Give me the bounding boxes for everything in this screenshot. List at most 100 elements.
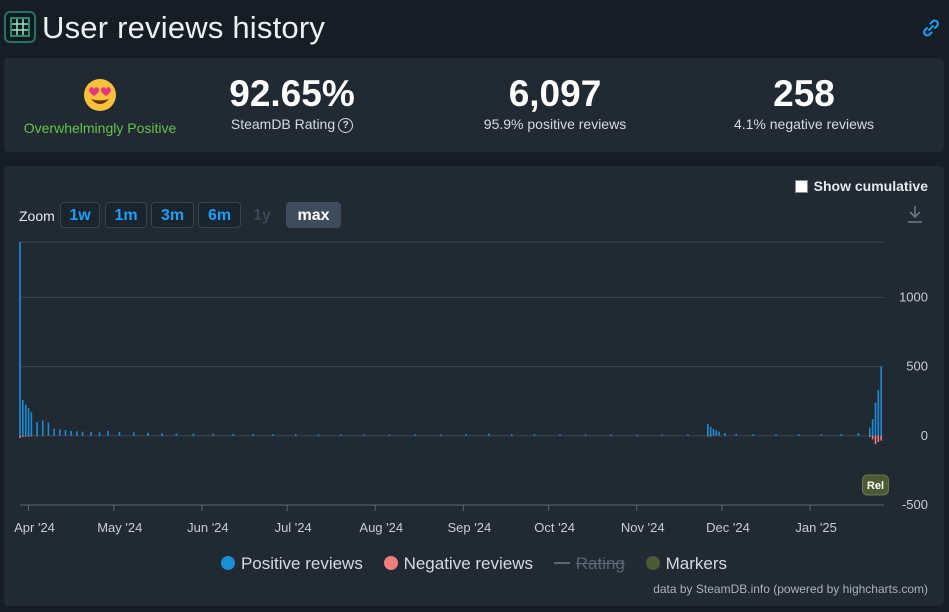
- negative-reviews-stat: 258 4.1% negative reviews: [704, 74, 904, 133]
- legend-negative[interactable]: Negative reviews: [383, 554, 534, 574]
- positive-bar: [488, 433, 490, 436]
- positive-bar: [388, 434, 391, 436]
- positive-bar: [724, 433, 726, 436]
- negative-bar: [880, 435, 882, 441]
- y-tick-label: 500: [906, 359, 928, 374]
- negative-bar: [874, 435, 877, 445]
- positive-bar: [880, 366, 882, 436]
- negative-bar: [709, 435, 712, 437]
- positive-bar: [439, 434, 442, 436]
- positive-bar: [661, 434, 664, 436]
- positive-bar: [252, 434, 254, 436]
- x-tick-label: Aug '24: [359, 520, 403, 535]
- positive-bar: [687, 434, 689, 436]
- positive-bar: [857, 433, 860, 436]
- positive-bar: [53, 428, 55, 436]
- positive-bar: [584, 434, 587, 436]
- positive-bar: [874, 402, 877, 436]
- positive-bar: [212, 433, 215, 436]
- positive-bar: [36, 421, 38, 436]
- positive-bar: [868, 427, 871, 436]
- x-tick-label: Jan '25: [795, 520, 837, 535]
- legend-negative-label: Negative reviews: [403, 554, 534, 573]
- legend-rating-label: Rating: [575, 554, 625, 573]
- legend-positive-swatch: [220, 556, 235, 570]
- positive-bar: [232, 433, 234, 436]
- negative-bar: [706, 435, 709, 437]
- legend-positive[interactable]: Positive reviews: [220, 554, 363, 574]
- negative-bar: [30, 435, 33, 437]
- legend-rating-swatch: [553, 562, 570, 564]
- positive-bar: [735, 433, 738, 436]
- steamdb-rating-label: SteamDB Rating: [230, 116, 336, 132]
- positive-bar: [147, 432, 149, 436]
- x-tick-label: Jul '24: [275, 520, 312, 535]
- y-tick-label: 0: [921, 428, 928, 443]
- legend-markers[interactable]: Markers: [645, 554, 728, 574]
- y-tick-label: -500: [902, 497, 928, 512]
- positive-bar: [76, 431, 78, 436]
- positive-bar: [27, 408, 30, 436]
- positive-bar: [718, 431, 720, 436]
- x-tick-label: Nov '24: [621, 520, 665, 535]
- positive-bar: [559, 434, 561, 436]
- positive-bar: [533, 434, 536, 436]
- negative-reviews-label: 4.1% negative reviews: [733, 116, 875, 132]
- chart-legend: Positive reviews Negative reviews Rating…: [4, 554, 944, 574]
- reviews-chart-panel: Show cumulative Zoom 1w 1m 3m 6m 1y max …: [4, 166, 944, 606]
- positive-bar: [70, 430, 72, 436]
- positive-bar: [363, 434, 365, 436]
- positive-bar: [340, 434, 342, 436]
- steamdb-logo-icon[interactable]: [4, 11, 36, 43]
- positive-bar: [775, 434, 777, 436]
- legend-markers-label: Markers: [665, 554, 728, 573]
- x-tick-label: Oct '24: [534, 520, 575, 535]
- positive-bar: [30, 412, 33, 436]
- x-tick-label: Jun '24: [187, 520, 229, 535]
- positive-bar: [19, 242, 21, 436]
- legend-rating[interactable]: Rating: [553, 554, 625, 574]
- positive-bar: [272, 434, 274, 436]
- release-marker-label: Rel: [867, 480, 884, 492]
- positive-bar: [81, 431, 84, 436]
- negative-bar: [868, 435, 871, 437]
- negative-bar: [36, 435, 38, 437]
- positive-bar: [715, 430, 718, 436]
- legend-markers-swatch: [645, 556, 660, 570]
- x-tick-label: Dec '24: [706, 520, 750, 535]
- steamdb-rating-stat: 92.65% SteamDB Rating?: [207, 74, 377, 133]
- negative-bar: [19, 435, 21, 438]
- positive-bar: [24, 404, 27, 436]
- heart-eyes-emoji-icon: [84, 79, 116, 111]
- positive-bar: [635, 434, 638, 436]
- reviews-bar-chart: 1000 500 0 -500 Apr '24 May '24 Jun '24 Jul '2…: [14, 241, 928, 535]
- positive-bar: [132, 432, 135, 436]
- positive-bar: [41, 420, 44, 436]
- positive-bar: [175, 433, 178, 436]
- positive-reviews-label: 95.9% positive reviews: [483, 116, 627, 132]
- positive-bar: [47, 422, 50, 436]
- header: User reviews history: [0, 0, 949, 56]
- x-tick-label: Apr '24: [14, 520, 55, 535]
- positive-bar: [871, 419, 874, 436]
- help-circle-icon[interactable]: ?: [338, 118, 354, 133]
- positive-bar: [98, 432, 101, 436]
- negative-bar: [27, 435, 30, 437]
- positive-bar: [58, 429, 61, 436]
- positive-bar: [64, 430, 67, 436]
- positive-bar: [465, 434, 468, 436]
- review-summary: Overwhelmingly Positive 92.65% SteamDB R…: [4, 58, 944, 152]
- positive-bar: [709, 426, 712, 436]
- positive-bar: [510, 434, 513, 436]
- negative-bar: [22, 435, 24, 437]
- y-tick-label: 1000: [899, 289, 928, 304]
- positive-bar: [414, 434, 416, 436]
- negative-bar: [877, 435, 880, 443]
- link-icon[interactable]: [921, 18, 941, 43]
- x-tick-label: May '24: [97, 520, 142, 535]
- x-tick-label: Sep '24: [448, 520, 492, 535]
- positive-bar: [118, 431, 121, 436]
- steamdb-rating-value: 92.65%: [229, 73, 355, 114]
- legend-positive-label: Positive reviews: [240, 554, 363, 573]
- total-reviews-stat: 6,097 95.9% positive reviews: [455, 74, 655, 133]
